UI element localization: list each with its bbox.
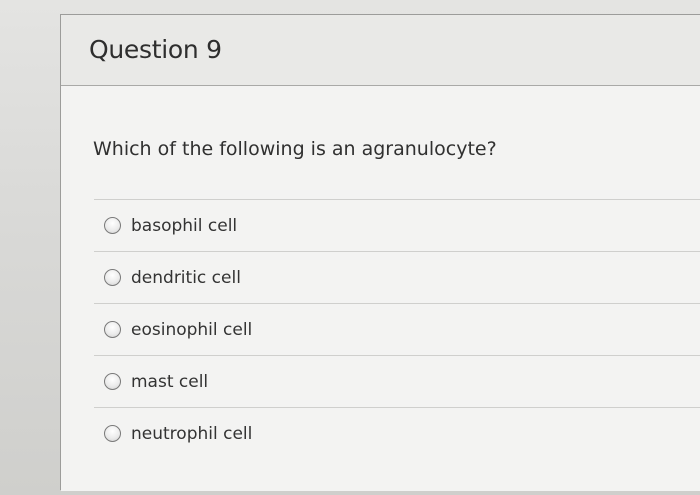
- radio-button[interactable]: [104, 269, 121, 286]
- answer-option-eosinophil[interactable]: eosinophil cell: [94, 303, 700, 355]
- answer-option-label: eosinophil cell: [131, 319, 253, 340]
- question-header: Question 9: [61, 15, 700, 86]
- radio-button[interactable]: [104, 217, 121, 234]
- answer-option-basophil[interactable]: basophil cell: [94, 199, 700, 251]
- question-body: Which of the following is an agranulocyt…: [61, 86, 700, 491]
- answer-options: basophil cell dendritic cell eosinophil …: [94, 199, 700, 459]
- question-text: Which of the following is an agranulocyt…: [93, 138, 497, 160]
- answer-option-dendritic[interactable]: dendritic cell: [94, 251, 700, 303]
- answer-option-label: neutrophil cell: [131, 423, 253, 444]
- question-title: Question 9: [89, 35, 222, 64]
- answer-option-label: basophil cell: [131, 215, 238, 236]
- question-card: Question 9 Which of the following is an …: [60, 14, 700, 491]
- answer-option-label: mast cell: [131, 371, 209, 392]
- radio-button[interactable]: [104, 425, 121, 442]
- answer-option-label: dendritic cell: [131, 267, 241, 288]
- answer-option-mast[interactable]: mast cell: [94, 355, 700, 407]
- radio-button[interactable]: [104, 373, 121, 390]
- answer-option-neutrophil[interactable]: neutrophil cell: [94, 407, 700, 459]
- radio-button[interactable]: [104, 321, 121, 338]
